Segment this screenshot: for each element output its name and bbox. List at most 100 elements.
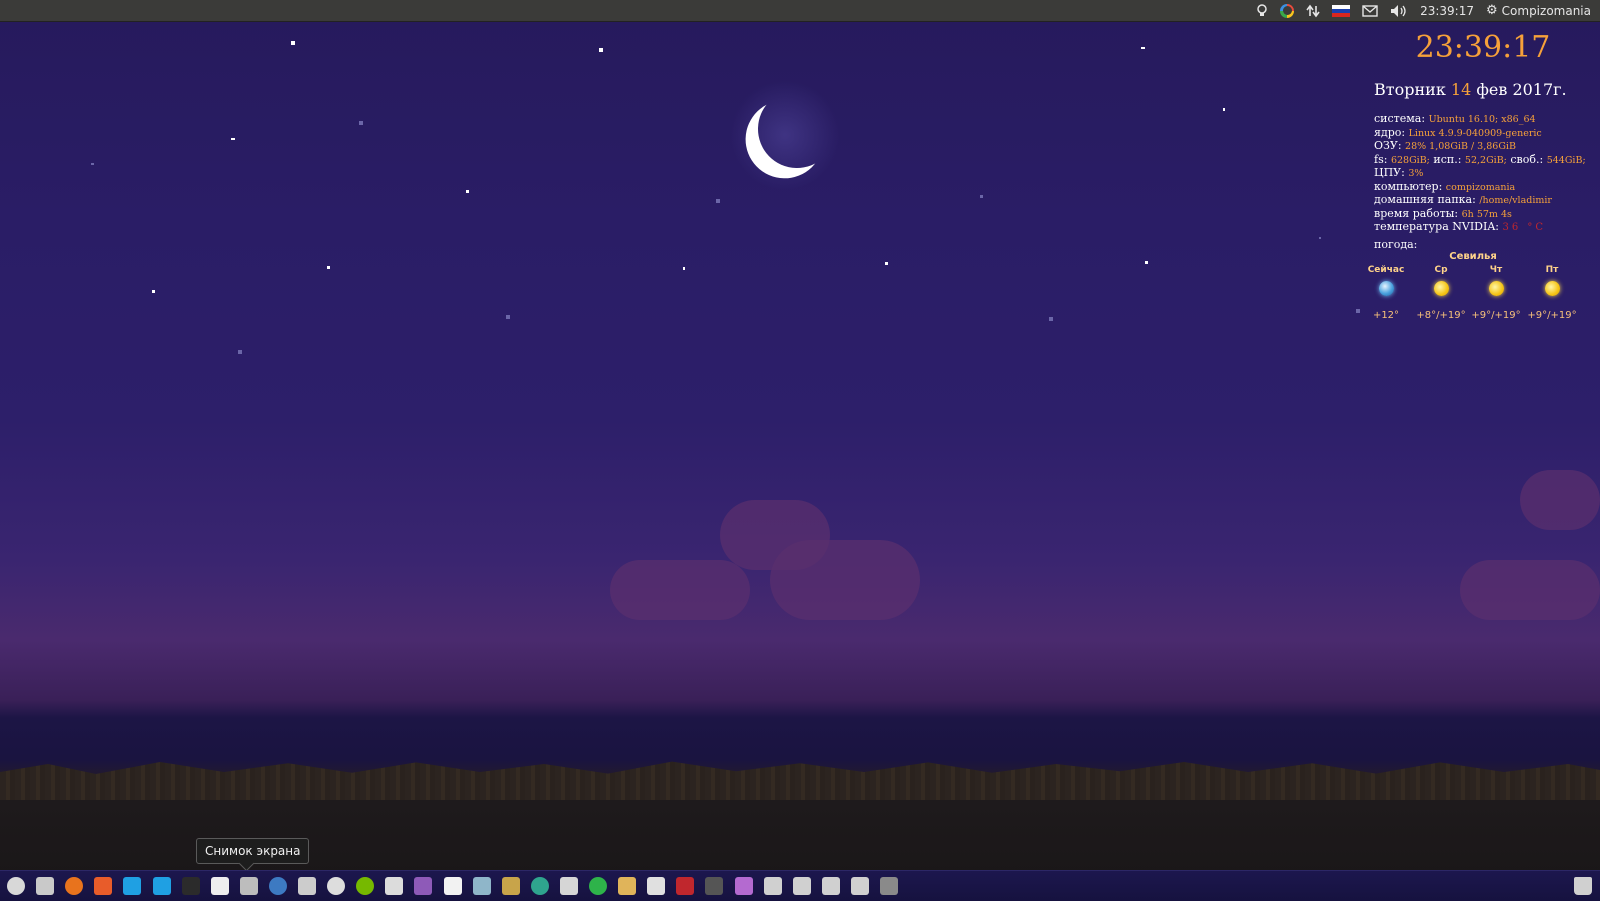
skype-icon[interactable]: [153, 877, 171, 895]
info-value: Linux 4.9.9-040909-generic: [1408, 127, 1542, 139]
info-value: 52,2GiB;: [1464, 154, 1507, 166]
desktop-wallpaper: [0, 0, 1600, 900]
info-value: 544GiB;: [1546, 154, 1586, 166]
font-viewer-icon[interactable]: [676, 877, 694, 895]
screenshot-icon[interactable]: [240, 877, 258, 895]
disk-usage-icon[interactable]: [473, 877, 491, 895]
system-tools-icon[interactable]: [298, 877, 316, 895]
dock-tooltip: Снимок экрана: [196, 838, 310, 864]
star: [291, 41, 295, 45]
settings-app-icon[interactable]: [7, 877, 25, 895]
weather-city: Севилья: [1449, 251, 1497, 262]
star: [716, 199, 720, 203]
terminal-icon[interactable]: [182, 877, 200, 895]
info-label: своб.:: [1510, 152, 1544, 166]
conky-widget: 23:39:17 Вторник 14 фев 2017г. система: …: [1368, 28, 1594, 331]
star: [327, 266, 330, 269]
cards-game-icon[interactable]: [444, 877, 462, 895]
mail-icon[interactable]: [1356, 0, 1384, 21]
firefox-icon[interactable]: [65, 877, 83, 895]
star: [1145, 261, 1148, 264]
weather-temp: +9°/+19°: [1471, 310, 1521, 321]
weather-day-now: Сейчас +12°: [1358, 265, 1414, 321]
info-label: ОЗУ:: [1374, 139, 1402, 152]
phone-device-icon[interactable]: [880, 877, 898, 895]
files-folder-icon[interactable]: [618, 877, 636, 895]
file-manager-icon[interactable]: [36, 877, 54, 895]
info-nvidia: температура NVIDIA: 36 °C: [1374, 220, 1594, 235]
updater-icon[interactable]: [327, 877, 345, 895]
star: [980, 195, 983, 198]
night-clear-icon: [1378, 281, 1394, 296]
media-player-icon[interactable]: [1274, 0, 1300, 21]
system-info: система: Ubuntu 16.10; x86_64 ядро: Linu…: [1372, 112, 1594, 251]
archive-manager-icon[interactable]: [502, 877, 520, 895]
info-label: система:: [1374, 112, 1426, 125]
text-editor-icon[interactable]: [211, 877, 229, 895]
star: [359, 121, 363, 125]
volume-icon[interactable]: [1384, 0, 1414, 21]
steam-icon[interactable]: [269, 877, 287, 895]
info-home: домашняя папка: /home/vladimir: [1374, 193, 1594, 208]
media-tool-icon[interactable]: [705, 877, 723, 895]
clementine-icon[interactable]: [531, 877, 549, 895]
conky-date: Вторник 14 фев 2017г.: [1372, 80, 1594, 99]
info-value: compizomania: [1445, 181, 1516, 193]
weather-temp: +8°/+19°: [1416, 310, 1466, 321]
presentation-icon[interactable]: [647, 877, 665, 895]
drive-icon[interactable]: [851, 877, 869, 895]
drive-icon[interactable]: [764, 877, 782, 895]
star: [1141, 47, 1145, 49]
info-label: погода:: [1374, 237, 1418, 251]
grass-silhouette: [0, 761, 1600, 800]
keyboard-layout-flag-icon[interactable]: [1326, 0, 1356, 21]
cloud: [770, 540, 920, 620]
info-value: /home/vladimir: [1479, 195, 1552, 206]
sync-icon[interactable]: [589, 877, 607, 895]
photo-app-icon[interactable]: [735, 877, 753, 895]
star: [231, 138, 235, 140]
lightbulb-icon[interactable]: [1250, 0, 1274, 21]
skype-icon[interactable]: [123, 877, 141, 895]
drive-icon[interactable]: [793, 877, 811, 895]
info-value: 628GiB;: [1390, 154, 1430, 166]
session-menu[interactable]: ⚙ Compizomania: [1480, 0, 1600, 21]
weather-day-fri: Пт +9°/+19°: [1524, 265, 1580, 321]
weather-day-wed: Ср +8°/+19°: [1413, 265, 1469, 321]
software-center-icon[interactable]: [94, 877, 112, 895]
weather-day-label: Чт: [1489, 265, 1503, 275]
info-computer: компьютер: compizomania: [1374, 180, 1594, 195]
nvidia-settings-icon[interactable]: [356, 877, 374, 895]
sun-icon: [1544, 281, 1560, 296]
info-label: время работы:: [1374, 206, 1459, 220]
trash-icon[interactable]: [1574, 877, 1592, 895]
star: [885, 262, 888, 265]
info-label: ЦПУ:: [1374, 166, 1405, 179]
network-transfer-icon[interactable]: [1300, 0, 1326, 21]
flag-stripe-red: [1332, 12, 1351, 17]
star: [1319, 237, 1321, 239]
nvidia-temp-value: 36 °C: [1502, 222, 1547, 233]
info-value: 3%: [1408, 168, 1424, 179]
weather-day-label: Сейчас: [1367, 265, 1405, 275]
star: [91, 163, 94, 165]
info-cpu: ЦПУ: 3%: [1374, 166, 1594, 181]
search-tool-icon[interactable]: [385, 877, 403, 895]
info-kernel: ядро: Linux 4.9.9-040909-generic: [1374, 126, 1594, 141]
star: [506, 315, 510, 319]
weather-day-label: Пт: [1545, 265, 1559, 275]
info-value: 28% 1,08GiB / 3,86GiB: [1405, 141, 1516, 152]
panel-clock[interactable]: 23:39:17: [1414, 0, 1480, 21]
info-label: домашняя папка:: [1374, 193, 1476, 206]
image-viewer-icon[interactable]: [560, 877, 578, 895]
star: [152, 290, 155, 293]
sun-icon: [1433, 281, 1449, 296]
weather-day-label: Ср: [1434, 265, 1448, 275]
info-uptime: время работы: 6h 57m 4s: [1374, 206, 1594, 222]
backup-icon[interactable]: [414, 877, 432, 895]
weather-temp: +9°/+19°: [1527, 310, 1577, 321]
user-name: Compizomania: [1501, 3, 1591, 18]
dock: [0, 870, 1600, 901]
power-gear-icon: ⚙: [1486, 3, 1498, 18]
drive-icon[interactable]: [822, 877, 840, 895]
